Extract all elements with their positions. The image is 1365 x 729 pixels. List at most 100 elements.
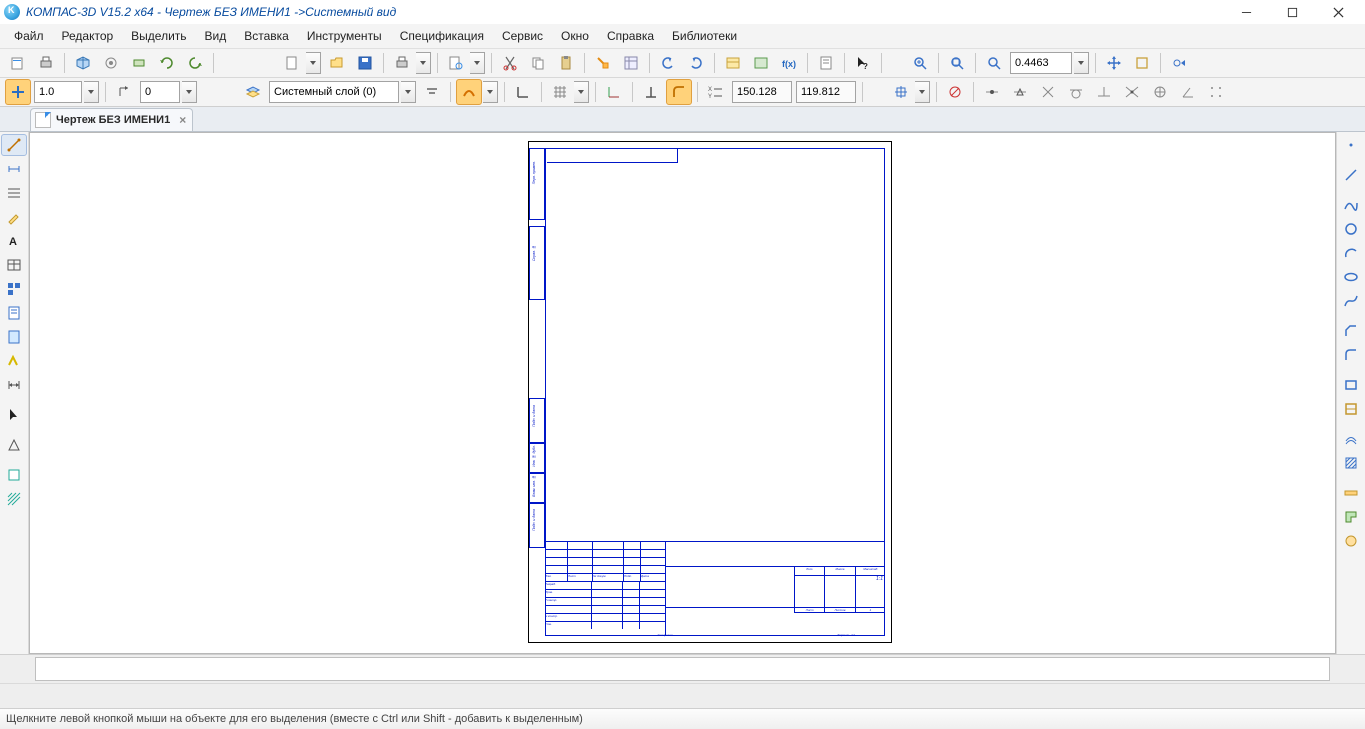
scale-dropdown[interactable] [84,81,99,103]
step-input[interactable] [140,81,180,103]
paste-icon[interactable] [553,50,579,76]
snap-tangent-icon[interactable] [1063,79,1089,105]
rtool-spline-icon[interactable] [1338,194,1364,216]
current-state-icon[interactable] [5,79,31,105]
tool-views-icon[interactable] [1,278,27,300]
coord-mode-icon[interactable]: XY [703,79,729,105]
close-button[interactable] [1315,0,1361,24]
grid-icon[interactable] [547,79,573,105]
tool-designations-icon[interactable] [1,182,27,204]
rtool-point-icon[interactable] [1338,134,1364,156]
snap-intersection-icon[interactable] [1035,79,1061,105]
rtool-utils1-icon[interactable] [1338,482,1364,504]
zoom-next-icon[interactable] [1166,50,1192,76]
rtool-bezier-icon[interactable] [1338,290,1364,312]
step-dropdown[interactable] [182,81,197,103]
zoom-scale-icon[interactable] [981,50,1007,76]
preview-dropdown[interactable] [470,52,485,74]
menu-window[interactable]: Окно [553,26,597,46]
snap-midpoint-icon[interactable] [1007,79,1033,105]
grid-dropdown[interactable] [574,81,589,103]
part-icon[interactable] [126,50,152,76]
layer-filter-icon[interactable] [419,79,445,105]
variables-icon[interactable] [618,50,644,76]
tool-dimensions-icon[interactable] [1,158,27,180]
line-style-icon[interactable] [456,79,482,105]
line-style-dropdown[interactable] [483,81,498,103]
snap-nearest-icon[interactable] [1119,79,1145,105]
snap-global-icon[interactable] [888,79,914,105]
snap-normal-icon[interactable] [1091,79,1117,105]
snap-disable-icon[interactable] [942,79,968,105]
tool-table-icon[interactable] [1,254,27,276]
drawing-canvas[interactable]: Перв. примен. Справ. № Подп. и дата Инв.… [29,132,1336,654]
tool-script-icon[interactable] [1,464,27,486]
menu-spec[interactable]: Спецификация [392,26,492,46]
save-icon[interactable] [352,50,378,76]
menu-service[interactable]: Сервис [494,26,551,46]
layer-name-input[interactable] [269,81,399,103]
rtool-utils2-icon[interactable] [1338,506,1364,528]
minimize-button[interactable] [1223,0,1269,24]
snap-point-icon[interactable] [979,79,1005,105]
zoom-fit-icon[interactable] [944,50,970,76]
open-folder-icon[interactable] [324,50,350,76]
tool-measure-icon[interactable] [1,374,27,396]
layer-dropdown[interactable] [401,81,416,103]
snap-grid-point-icon[interactable] [1203,79,1229,105]
rtool-arc-icon[interactable] [1338,242,1364,264]
tab-close-icon[interactable]: × [179,113,186,127]
menu-view[interactable]: Вид [197,26,235,46]
tool-spec-icon[interactable] [1,302,27,324]
rtool-equid-icon[interactable] [1338,428,1364,450]
zoom-in-icon[interactable] [907,50,933,76]
rtool-collect-icon[interactable] [1338,398,1364,420]
scale-input[interactable] [34,81,82,103]
snap-angle-icon[interactable] [1175,79,1201,105]
snap-center-icon[interactable] [1147,79,1173,105]
redo-icon[interactable] [683,50,709,76]
print-quick-icon[interactable] [33,50,59,76]
cut-icon[interactable] [497,50,523,76]
snap-dropdown[interactable] [915,81,930,103]
snap-perpendicular-icon[interactable] [638,79,664,105]
new-doc-icon[interactable] [279,50,305,76]
menu-file[interactable]: Файл [6,26,52,46]
menu-tools[interactable]: Инструменты [299,26,390,46]
report-icon[interactable] [813,50,839,76]
menu-select[interactable]: Выделить [123,26,194,46]
rtool-fillet-icon[interactable] [1338,344,1364,366]
tool-edit-icon[interactable] [1,206,27,228]
rtool-utils3-icon[interactable] [1338,530,1364,552]
round-toggle-icon[interactable] [666,79,692,105]
layers-icon[interactable] [240,79,266,105]
open-drawing-icon[interactable] [5,50,31,76]
copy-icon[interactable] [525,50,551,76]
rtool-ellipse-icon[interactable] [1338,266,1364,288]
print-dropdown[interactable] [416,52,431,74]
help-cursor-icon[interactable]: ? [850,50,876,76]
properties-icon[interactable] [590,50,616,76]
tool-geometry-icon[interactable] [1,134,27,156]
menu-editor[interactable]: Редактор [54,26,122,46]
document-tab-active[interactable]: Чертеж БЕЗ ИМЕНИ1 × [30,108,193,131]
rtool-chamfer-icon[interactable] [1338,320,1364,342]
menu-help[interactable]: Справка [599,26,662,46]
rtool-circle-icon[interactable] [1338,218,1364,240]
refresh-view-icon[interactable] [182,50,208,76]
tool-select-icon[interactable] [1,404,27,426]
tool-parametrize-icon[interactable] [1,350,27,372]
menu-insert[interactable]: Вставка [236,26,297,46]
tool-trigon-icon[interactable] [1,434,27,456]
pan-view-icon[interactable] [1101,50,1127,76]
undo-icon[interactable] [655,50,681,76]
rtool-line-icon[interactable] [1338,164,1364,186]
zoom-value-dropdown[interactable] [1074,52,1089,74]
tool-text-icon[interactable]: A [1,230,27,252]
new-doc-dropdown[interactable] [306,52,321,74]
tool-reports-icon[interactable] [1,326,27,348]
menu-libraries[interactable]: Библиотеки [664,26,745,46]
fx-icon[interactable]: f(x) [776,50,802,76]
ortho-toggle-icon[interactable] [510,79,536,105]
local-cs-icon[interactable] [601,79,627,105]
